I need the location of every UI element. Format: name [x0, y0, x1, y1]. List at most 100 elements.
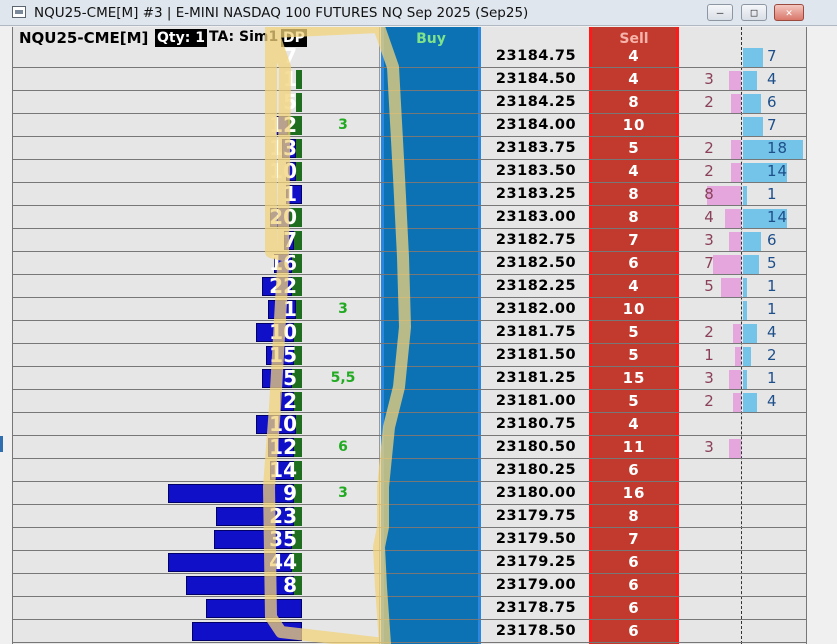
price-cell[interactable]: 23181.00 [483, 390, 589, 412]
ask-size-value: 1 [767, 185, 778, 203]
sell-cell[interactable]: 6 [589, 597, 679, 619]
price-cell[interactable]: 23184.75 [483, 45, 589, 67]
price-cell[interactable]: 23182.75 [483, 229, 589, 251]
sell-cell[interactable]: 6 [589, 551, 679, 573]
sell-cell[interactable]: 16 [589, 482, 679, 504]
price-cell[interactable]: 23183.25 [483, 183, 589, 205]
ladder-row[interactable]: 7 23184.75 4 7 [13, 45, 806, 68]
sell-cell[interactable]: 8 [589, 183, 679, 205]
ladder-row[interactable]: 16 23182.50 6 7 5 [13, 252, 806, 275]
dp-value [313, 68, 373, 90]
price-cell[interactable]: 23181.75 [483, 321, 589, 343]
price-cell[interactable]: 23184.25 [483, 91, 589, 113]
ladder-row[interactable]: 9 3 23180.00 16 [13, 482, 806, 505]
sell-cell[interactable]: 5 [589, 137, 679, 159]
sell-cell[interactable]: 15 [589, 367, 679, 389]
sell-cell[interactable]: 4 [589, 275, 679, 297]
price-cell[interactable]: 23182.00 [483, 298, 589, 320]
ladder-row[interactable]: 5 5,5 23181.25 15 3 1 [13, 367, 806, 390]
ladder-row[interactable]: 1 23183.25 8 8 1 [13, 183, 806, 206]
price-cell[interactable]: 23182.50 [483, 252, 589, 274]
bid-size-value [689, 528, 729, 550]
bid-size-value: 4 [704, 208, 714, 226]
price-cell[interactable]: 23182.25 [483, 275, 589, 297]
ladder-row[interactable]: 22 23182.25 4 5 1 [13, 275, 806, 298]
ladder-row[interactable]: 14 23180.25 6 [13, 459, 806, 482]
sell-cell[interactable]: 7 [589, 229, 679, 251]
price-cell[interactable]: 23181.50 [483, 344, 589, 366]
sell-cell[interactable]: 6 [589, 574, 679, 596]
sell-cell[interactable]: 6 [589, 459, 679, 481]
bid-size-value: 3 [704, 369, 714, 387]
ladder-row[interactable]: 23 23179.75 8 [13, 505, 806, 528]
sell-cell[interactable]: 6 [589, 252, 679, 274]
price-cell[interactable]: 23180.25 [483, 459, 589, 481]
account-label[interactable]: TA: Sim1 [209, 29, 278, 45]
sell-cell[interactable]: 8 [589, 91, 679, 113]
price-cell[interactable]: 23183.75 [483, 137, 589, 159]
price-cell[interactable]: 23184.00 [483, 114, 589, 136]
ladder-row[interactable]: 44 23179.25 6 [13, 551, 806, 574]
price-cell[interactable]: 23184.50 [483, 68, 589, 90]
ladder-row[interactable]: 12 3 23184.00 10 7 [13, 114, 806, 137]
price-cell[interactable]: 23178.75 [483, 597, 589, 619]
price-cell[interactable]: 23180.50 [483, 436, 589, 458]
price-cell[interactable]: 23179.75 [483, 505, 589, 527]
ladder-row[interactable]: 13 23183.75 5 2 18 [13, 137, 806, 160]
ask-size-bar [743, 48, 763, 67]
price-cell[interactable]: 23179.25 [483, 551, 589, 573]
ladder-row[interactable]: 1 23184.50 4 3 4 [13, 68, 806, 91]
price-cell[interactable]: 23179.50 [483, 528, 589, 550]
ladder-row[interactable]: 1 3 23182.00 10 1 [13, 298, 806, 321]
bid-size-value [689, 459, 729, 481]
close-button[interactable]: ✕ [774, 4, 804, 21]
ladder-row[interactable]: 10 23183.50 4 2 14 [13, 159, 806, 183]
sell-cell[interactable]: 8 [589, 505, 679, 527]
sell-cell[interactable]: 4 [589, 413, 679, 435]
maximize-button[interactable]: □ [741, 4, 767, 21]
sell-cell[interactable]: 4 [589, 160, 679, 182]
ladder-row[interactable]: 2 23181.00 5 2 4 [13, 390, 806, 413]
volume-value: 10 [269, 159, 297, 183]
sell-cell[interactable]: 4 [589, 68, 679, 90]
ladder-row[interactable]: 23178.75 6 [13, 597, 806, 620]
sell-cell[interactable]: 5 [589, 344, 679, 366]
sell-cell[interactable]: 10 [589, 298, 679, 320]
ladder-row[interactable]: 12 6 23180.50 11 3 [13, 436, 806, 459]
price-cell[interactable]: 23178.50 [483, 620, 589, 642]
bid-size-value: 2 [704, 323, 714, 341]
sell-cell[interactable]: 7 [589, 528, 679, 550]
sell-cell[interactable]: 11 [589, 436, 679, 458]
bid-size-value [689, 45, 729, 67]
bid-size-value: 1 [704, 346, 714, 364]
ladder-row[interactable]: 7 23182.75 7 3 6 [13, 229, 806, 252]
sell-cell[interactable]: 4 [589, 45, 679, 67]
dp-value: 3 [338, 301, 348, 317]
ladder-row[interactable]: 20 23183.00 8 4 14 [13, 206, 806, 229]
ladder-row[interactable]: 8 23179.00 6 [13, 574, 806, 597]
dp-value: 6 [338, 439, 348, 455]
ladder-row[interactable]: 5 23184.25 8 2 6 [13, 90, 806, 114]
ladder-row[interactable]: 10 23181.75 5 2 4 [13, 321, 806, 344]
sell-cell[interactable]: 5 [589, 390, 679, 412]
ladder-row[interactable]: 15 23181.50 5 1 2 [13, 344, 806, 367]
bid-size-value [689, 298, 729, 320]
minimize-button[interactable]: — [707, 4, 733, 21]
ladder-row[interactable]: 10 23180.75 4 [13, 413, 806, 436]
sell-cell[interactable]: 8 [589, 206, 679, 228]
volume-value: 5 [283, 90, 297, 114]
dp-value [313, 252, 373, 274]
ladder-row[interactable]: 35 23179.50 7 [13, 528, 806, 551]
price-cell[interactable]: 23180.00 [483, 482, 589, 504]
price-cell[interactable]: 23179.00 [483, 574, 589, 596]
sell-cell[interactable]: 10 [589, 114, 679, 136]
sell-cell[interactable]: 6 [589, 620, 679, 642]
price-cell[interactable]: 23183.00 [483, 206, 589, 228]
ladder-row[interactable]: 23178.50 6 [13, 620, 806, 643]
sell-cell[interactable]: 5 [589, 321, 679, 343]
dp-value [313, 321, 373, 343]
price-cell[interactable]: 23181.25 [483, 367, 589, 389]
price-cell[interactable]: 23180.75 [483, 413, 589, 435]
price-cell[interactable]: 23183.50 [483, 160, 589, 182]
window-title: NQU25-CME[M] #3 | E-MINI NASDAQ 100 FUTU… [34, 5, 529, 21]
